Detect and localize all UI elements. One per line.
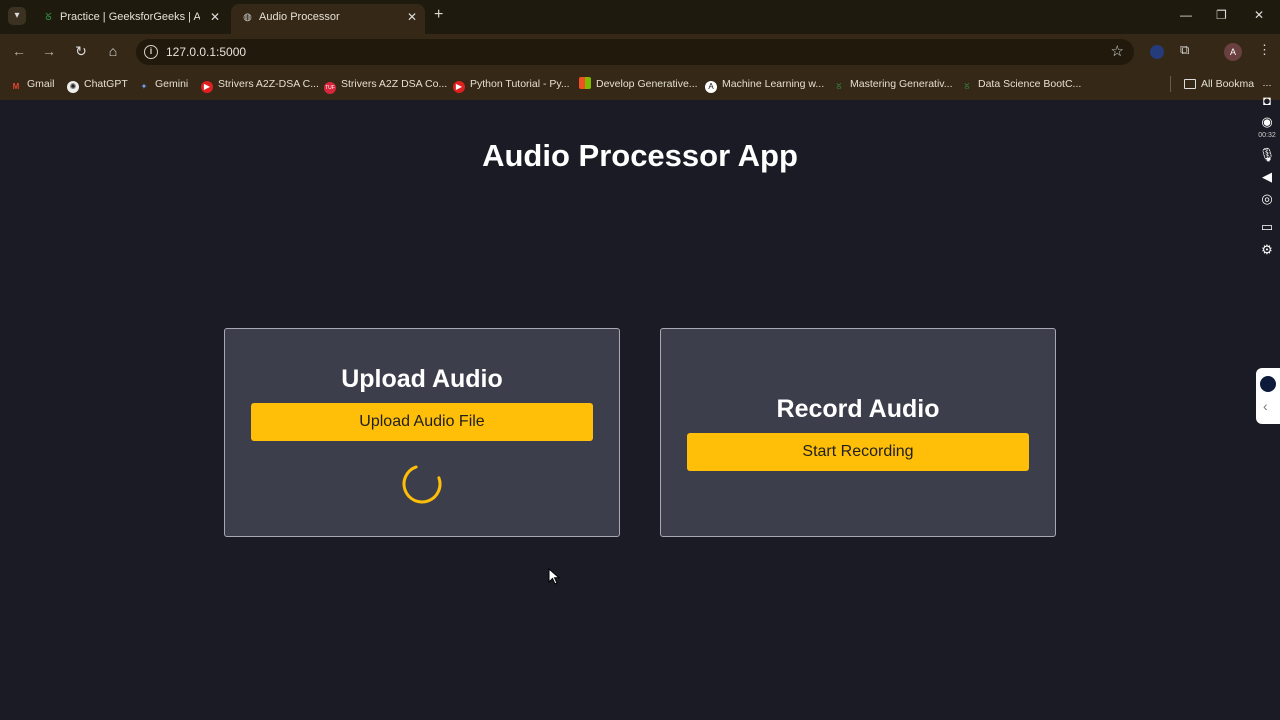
upload-audio-button[interactable]: Upload Audio File — [251, 403, 593, 441]
avatar[interactable]: A — [1224, 43, 1242, 61]
bookmark-strivers-1[interactable]: ▶ Strivers A2Z-DSA C... — [201, 76, 319, 93]
bookmark-mastering-generative[interactable]: ᘜ Mastering Generativ... — [833, 76, 953, 92]
close-icon[interactable]: ✕ — [407, 4, 417, 30]
bookmark-label: Python Tutorial - Py... — [470, 78, 570, 90]
back-arrow-icon[interactable]: ← — [10, 42, 28, 60]
minimize-icon[interactable]: ― — [1180, 8, 1192, 22]
bookmark-label: Mastering Generativ... — [850, 78, 953, 90]
tab-title: Audio Processor — [259, 11, 340, 23]
gear-icon[interactable]: ⚙ — [1258, 241, 1276, 259]
menu-kebab-icon[interactable]: ⋮ — [1258, 42, 1271, 58]
gmail-icon: M — [12, 82, 20, 91]
bookmark-strivers-2[interactable]: TUF Strivers A2Z DSA Co... — [324, 76, 448, 94]
browser-toolbar: ← → ↻ ⌂ i 127.0.0.1:5000 ☆ ⧉ A ⋮ — [0, 34, 1280, 70]
gfg-icon: ᘜ — [45, 12, 52, 23]
bookmark-machine-learning[interactable]: A Machine Learning w... — [705, 76, 825, 93]
webcam-icon[interactable]: ◎ — [1258, 190, 1276, 208]
extension-logo-icon — [1260, 376, 1276, 392]
chatgpt-icon: ✺ — [67, 81, 79, 93]
bookmark-label: All Bookma — [1201, 78, 1255, 90]
side-panel-tab[interactable]: ‹ — [1256, 368, 1280, 424]
record-card-title: Record Audio — [776, 395, 940, 423]
tuf-icon: TUF — [324, 82, 336, 94]
bookmarks-divider — [1170, 76, 1171, 92]
mouse-cursor-icon — [548, 568, 561, 585]
upload-audio-card: Upload Audio Upload Audio File — [224, 328, 620, 537]
microphone-icon[interactable]: 🎙 — [1258, 146, 1276, 164]
record-icon[interactable]: ◉ — [1258, 113, 1276, 131]
bookmarks-bar: M Gmail ✺ ChatGPT ✦ Gemini ▶ Strivers A2Z-DS… — [0, 70, 1280, 98]
address-bar[interactable]: i 127.0.0.1:5000 ☆ — [136, 39, 1134, 65]
bookmark-label: Data Science BootC... — [978, 78, 1082, 90]
page-content: Audio Processor App Upload Audio Upload … — [0, 100, 1280, 720]
tab-title: Practice | GeeksforGeeks | A co — [60, 11, 200, 23]
restore-icon[interactable]: ❐ — [1216, 8, 1227, 22]
screen-icon[interactable]: ▭ — [1258, 218, 1276, 236]
gfg-icon: ᘜ — [964, 82, 970, 91]
microsoft-icon — [579, 77, 591, 89]
bookmark-label: Develop Generative... — [596, 78, 698, 90]
gemini-icon: ✦ — [140, 82, 148, 91]
bookmark-label: ChatGPT — [84, 78, 128, 90]
screen-recorder-toolbar: ⋯ ◘ ◉ 00:32 🎙 ◀ ◎ ▭ ⚙ — [1254, 76, 1280, 266]
extensions-puzzle-icon[interactable]: ⧉ — [1180, 42, 1189, 58]
tab-strip: ▾ ᘜ Practice | GeeksforGeeks | A co ✕ ◍ … — [0, 0, 1280, 34]
bookmark-label: Strivers A2Z-DSA C... — [218, 78, 319, 90]
globe-icon: ◍ — [243, 12, 252, 23]
youtube-icon: ▶ — [453, 81, 465, 93]
url-text[interactable]: 127.0.0.1:5000 — [166, 39, 246, 65]
reload-icon[interactable]: ↻ — [72, 42, 90, 60]
tab-geeksforgeeks[interactable]: ᘜ Practice | GeeksforGeeks | A co ✕ — [32, 4, 228, 34]
loading-spinner-icon — [402, 464, 442, 504]
bookmark-python-tutorial[interactable]: ▶ Python Tutorial - Py... — [453, 76, 570, 93]
bookmark-label: Machine Learning w... — [722, 78, 825, 90]
recording-timer: 00:32 — [1258, 132, 1276, 139]
bookmark-data-science[interactable]: ᘜ Data Science BootC... — [961, 76, 1081, 92]
forward-arrow-icon[interactable]: → — [40, 42, 58, 60]
bookmark-star-icon[interactable]: ☆ — [1111, 42, 1124, 60]
all-bookmarks[interactable]: All Bookma — [1184, 76, 1254, 92]
chevron-left-icon[interactable]: ‹ — [1263, 398, 1268, 414]
speaker-muted-icon[interactable]: ◀ — [1258, 168, 1276, 186]
bookmark-chatgpt[interactable]: ✺ ChatGPT — [67, 76, 128, 93]
window-close-icon[interactable]: ✕ — [1254, 8, 1264, 22]
start-recording-button[interactable]: Start Recording — [687, 433, 1029, 471]
bookmark-develop-generative[interactable]: Develop Generative... — [579, 76, 698, 92]
new-tab-button[interactable]: + — [434, 6, 443, 24]
bookmark-gemini[interactable]: ✦ Gemini — [138, 76, 189, 92]
gfg-icon: ᘜ — [836, 82, 842, 91]
bookmark-label: Gemini — [155, 78, 189, 90]
bookmark-label: Strivers A2Z DSA Co... — [341, 78, 448, 90]
tab-search-button[interactable]: ▾ — [8, 7, 26, 25]
extension-play-icon[interactable] — [1150, 45, 1164, 59]
page-title: Audio Processor App — [482, 138, 798, 173]
browser-chrome: ▾ ᘜ Practice | GeeksforGeeks | A co ✕ ◍ … — [0, 0, 1280, 100]
bookmark-gmail[interactable]: M Gmail — [10, 76, 55, 92]
close-icon[interactable]: ✕ — [210, 4, 220, 30]
record-audio-card: Record Audio Start Recording — [660, 328, 1056, 537]
upload-card-title: Upload Audio — [341, 365, 503, 393]
camera-icon[interactable]: ◘ — [1258, 92, 1276, 110]
home-icon[interactable]: ⌂ — [104, 42, 122, 60]
tab-audio-processor[interactable]: ◍ Audio Processor ✕ — [231, 4, 425, 34]
bookmark-label: Gmail — [27, 78, 55, 90]
folder-icon — [1184, 79, 1196, 89]
site-info-icon[interactable]: i — [144, 45, 158, 59]
youtube-icon: ▶ — [201, 81, 213, 93]
deeplearning-icon: A — [705, 81, 717, 93]
